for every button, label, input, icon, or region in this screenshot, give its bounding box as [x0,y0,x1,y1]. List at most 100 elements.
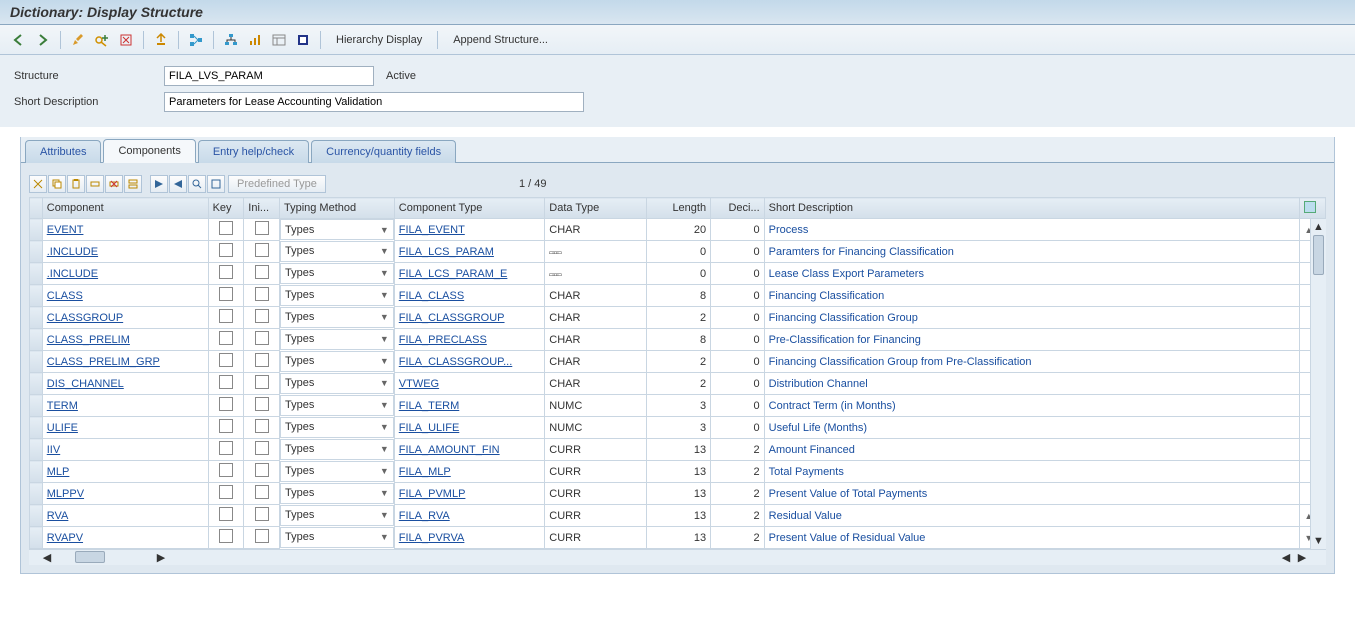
table-row[interactable]: RVAPVTypes▼FILA_PVRVACURR132Present Valu… [30,527,1326,549]
row-selector[interactable] [30,395,43,417]
check-icon[interactable] [115,29,137,51]
table-row[interactable]: CLASS_PRELIM_GRPTypes▼FILA_CLASSGROUP...… [30,351,1326,373]
table-row[interactable]: CLASS_PRELIMTypes▼FILA_PRECLASSCHAR80Pre… [30,329,1326,351]
row-selector[interactable] [30,351,43,373]
initial-checkbox[interactable] [244,329,280,351]
initial-checkbox[interactable] [244,241,280,263]
initial-checkbox[interactable] [244,263,280,285]
component-type-cell[interactable]: FILA_CLASSGROUP... [394,351,545,373]
row-selector[interactable] [30,483,43,505]
key-checkbox[interactable] [208,351,244,373]
key-checkbox[interactable] [208,483,244,505]
initial-checkbox[interactable] [244,373,280,395]
dropdown-icon[interactable]: ▼ [380,268,389,278]
key-checkbox[interactable] [208,505,244,527]
duplicate-row-icon[interactable] [124,175,142,193]
component-cell[interactable]: CLASSGROUP [42,307,208,329]
initial-checkbox[interactable] [244,285,280,307]
initial-checkbox[interactable] [244,527,280,549]
tab-attributes[interactable]: Attributes [25,140,101,163]
structure-input[interactable] [164,66,374,86]
row-selector[interactable] [30,263,43,285]
table-row[interactable]: IIVTypes▼FILA_AMOUNT_FINCURR132Amount Fi… [30,439,1326,461]
typing-method-cell[interactable]: Types▼ [280,241,394,262]
row-selector[interactable] [30,241,43,263]
col-data-type[interactable]: Data Type [545,198,647,219]
table-row[interactable]: MLPTypes▼FILA_MLPCURR132Total Payments [30,461,1326,483]
component-cell[interactable]: EVENT [42,219,208,241]
initial-checkbox[interactable] [244,505,280,527]
component-type-cell[interactable]: FILA_RVA [394,505,545,527]
dropdown-icon[interactable]: ▼ [380,334,389,344]
cut-icon[interactable] [29,175,47,193]
row-selector[interactable] [30,329,43,351]
initial-checkbox[interactable] [244,395,280,417]
table-row[interactable]: TERMTypes▼FILA_TERMNUMC30Contract Term (… [30,395,1326,417]
delete-row-icon[interactable] [105,175,123,193]
component-cell[interactable]: CLASS_PRELIM [42,329,208,351]
scroll-up-icon[interactable]: ▲ [1311,219,1326,235]
typing-method-cell[interactable]: Types▼ [280,483,394,504]
component-cell[interactable]: CLASS [42,285,208,307]
table-row[interactable]: RVATypes▼FILA_RVACURR132Residual Value▲ [30,505,1326,527]
graphic-icon[interactable] [244,29,266,51]
key-checkbox[interactable] [208,439,244,461]
row-selector[interactable] [30,417,43,439]
col-select[interactable] [30,198,43,219]
component-cell[interactable]: TERM [42,395,208,417]
key-checkbox[interactable] [208,395,244,417]
scroll-left-icon-2[interactable]: ◀ [1278,551,1294,564]
component-type-cell[interactable]: FILA_CLASS [394,285,545,307]
col-component[interactable]: Component [42,198,208,219]
col-typing-method[interactable]: Typing Method [279,198,394,219]
key-checkbox[interactable] [208,329,244,351]
component-type-cell[interactable]: FILA_EVENT [394,219,545,241]
scroll-right-icon-2[interactable]: ▶ [1294,551,1310,564]
typing-method-cell[interactable]: Types▼ [280,527,394,548]
tab-components[interactable]: Components [103,139,195,163]
component-type-cell[interactable]: FILA_LCS_PARAM [394,241,545,263]
dropdown-icon[interactable]: ▼ [380,246,389,256]
dropdown-icon[interactable]: ▼ [380,225,389,235]
col-decimals[interactable]: Deci... [711,198,765,219]
tab-entry-help[interactable]: Entry help/check [198,140,309,163]
scroll-thumb[interactable] [1313,235,1324,275]
component-type-cell[interactable]: VTWEG [394,373,545,395]
index-icon[interactable] [292,29,314,51]
collapse-icon[interactable] [169,175,187,193]
dropdown-icon[interactable]: ▼ [380,312,389,322]
key-checkbox[interactable] [208,241,244,263]
typing-method-cell[interactable]: Types▼ [280,439,394,460]
typing-method-cell[interactable]: Types▼ [280,395,394,416]
key-checkbox[interactable] [208,285,244,307]
table-row[interactable]: CLASSTypes▼FILA_CLASSCHAR80Financing Cla… [30,285,1326,307]
typing-method-cell[interactable]: Types▼ [280,285,394,306]
row-selector[interactable] [30,527,43,549]
row-selector[interactable] [30,219,43,241]
col-initial[interactable]: Ini... [244,198,280,219]
column-config-icon[interactable] [1304,201,1316,213]
vertical-scrollbar[interactable]: ▲ ▼ [1310,219,1326,549]
initial-checkbox[interactable] [244,307,280,329]
row-selector[interactable] [30,439,43,461]
dropdown-icon[interactable]: ▼ [380,356,389,366]
component-cell[interactable]: ULIFE [42,417,208,439]
dropdown-icon[interactable]: ▼ [380,466,389,476]
table-row[interactable]: MLPPVTypes▼FILA_PVMLPCURR132Present Valu… [30,483,1326,505]
component-cell[interactable]: RVA [42,505,208,527]
key-checkbox[interactable] [208,307,244,329]
component-type-cell[interactable]: FILA_AMOUNT_FIN [394,439,545,461]
table-row[interactable]: EVENTTypes▼FILA_EVENTCHAR200Process▲ [30,219,1326,241]
component-type-cell[interactable]: FILA_MLP [394,461,545,483]
col-short-description[interactable]: Short Description [764,198,1300,219]
component-type-cell[interactable]: FILA_LCS_PARAM_E [394,263,545,285]
component-type-cell[interactable]: FILA_PRECLASS [394,329,545,351]
col-length[interactable]: Length [647,198,711,219]
scroll-left-icon[interactable]: ◀ [39,551,55,564]
component-cell[interactable]: .INCLUDE [42,263,208,285]
component-type-cell[interactable]: FILA_ULIFE [394,417,545,439]
table-row[interactable]: ULIFETypes▼FILA_ULIFENUMC30Useful Life (… [30,417,1326,439]
component-cell[interactable]: RVAPV [42,527,208,549]
forward-icon[interactable] [32,29,54,51]
key-checkbox[interactable] [208,527,244,549]
